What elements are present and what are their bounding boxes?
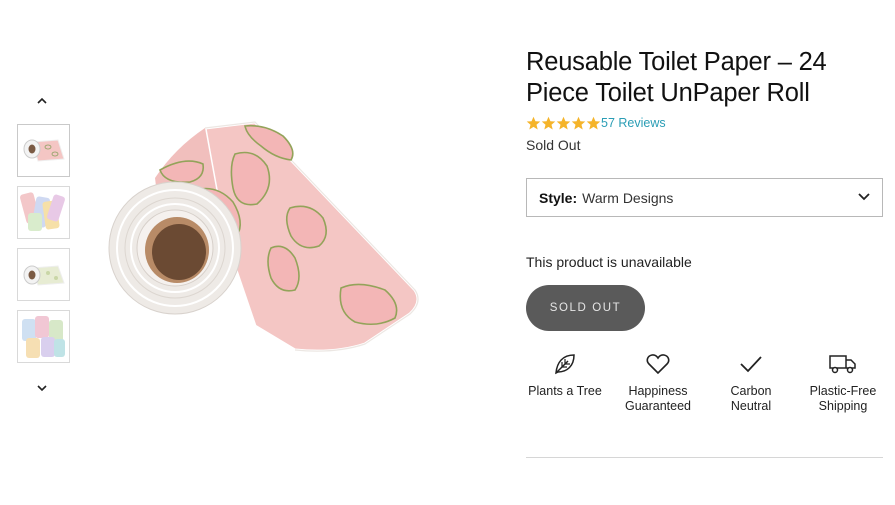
truck-icon — [798, 350, 888, 378]
product-gallery — [0, 0, 500, 505]
thumbnail-list — [17, 124, 70, 372]
feature-carbon-neutral: Carbon Neutral — [706, 350, 796, 414]
star-icon — [586, 116, 601, 129]
feature-line: Neutral — [730, 399, 772, 413]
feature-happiness: Happiness Guaranteed — [613, 350, 703, 414]
unavailable-message: This product is unavailable — [526, 254, 692, 270]
star-icon — [541, 116, 556, 129]
thumbnail-green-roll[interactable] — [17, 248, 70, 301]
sold-out-button[interactable]: SOLD OUT — [526, 285, 645, 331]
feature-plants-tree: Plants a Tree — [520, 350, 610, 399]
feature-line: Guaranteed — [624, 399, 692, 413]
feature-line: Plants a Tree — [528, 384, 602, 398]
feature-line: Plastic-Free — [809, 384, 877, 398]
star-icon — [526, 116, 541, 129]
feature-plastic-free: Plastic-Free Shipping — [798, 350, 888, 414]
main-product-image — [105, 118, 435, 358]
stock-status: Sold Out — [526, 137, 581, 153]
star-icon — [556, 116, 571, 129]
feature-line: Carbon — [730, 384, 772, 398]
section-divider — [526, 457, 883, 458]
chevron-down-icon[interactable] — [30, 380, 54, 396]
thumbnail-assorted-sheets[interactable] — [17, 186, 70, 239]
feature-line: Shipping — [818, 399, 868, 413]
feature-list: Plants a Tree Happiness Guaranteed Carbon… — [526, 350, 884, 420]
product-title: Reusable Toilet Paper – 24 Piece Toilet … — [526, 48, 827, 107]
star-icon — [571, 116, 586, 129]
style-select[interactable]: Style: Warm Designs — [526, 178, 883, 217]
heart-icon — [613, 350, 703, 378]
thumbnail-pattern-sheets[interactable] — [17, 310, 70, 363]
thumbnail-pink-roll[interactable] — [17, 124, 70, 177]
chevron-down-icon — [858, 193, 870, 201]
star-rating — [526, 116, 601, 131]
product-rating[interactable]: 57 Reviews — [526, 115, 666, 131]
style-value: Warm Designs — [582, 189, 674, 206]
leaf-icon — [520, 350, 610, 378]
style-label: Style: — [539, 189, 578, 206]
chevron-up-icon[interactable] — [30, 92, 54, 108]
checkmark-icon — [706, 350, 796, 378]
feature-line: Happiness — [628, 384, 688, 398]
reviews-link[interactable]: 57 Reviews — [601, 116, 666, 130]
